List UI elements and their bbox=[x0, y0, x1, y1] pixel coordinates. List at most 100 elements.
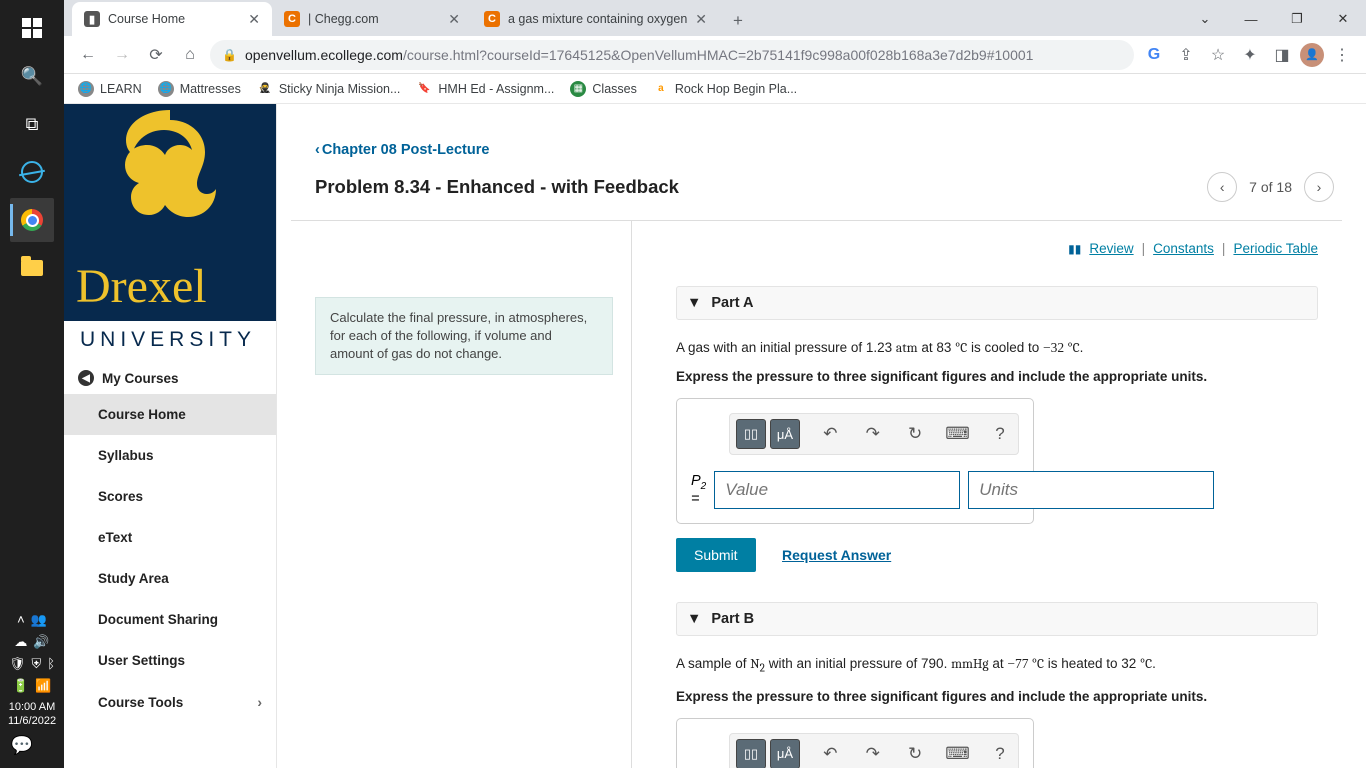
notifications-icon[interactable]: 💬 bbox=[0, 730, 44, 760]
bookmark-star-icon[interactable]: ☆ bbox=[1204, 41, 1232, 69]
part-b-header[interactable]: ▼ Part B bbox=[676, 602, 1318, 636]
nav-forward-button[interactable]: → bbox=[108, 41, 136, 69]
bookmark-label: Rock Hop Begin Pla... bbox=[675, 82, 797, 96]
pager-next-button[interactable]: › bbox=[1304, 172, 1334, 202]
nav-document-sharing[interactable]: Document Sharing bbox=[64, 599, 276, 640]
tab-search[interactable]: C a gas mixture containing oxygen ✕ bbox=[472, 2, 719, 36]
search-icon[interactable]: 🔍 bbox=[10, 54, 54, 98]
sidepanel-icon[interactable]: ◨ bbox=[1268, 41, 1296, 69]
nav-back-button[interactable]: ← bbox=[74, 41, 102, 69]
tray-chevron-icon[interactable]: ˄ bbox=[17, 612, 25, 628]
part-a-header[interactable]: ▼ Part A bbox=[676, 286, 1318, 320]
units-input[interactable] bbox=[968, 471, 1214, 509]
tab-course-home[interactable]: ▮ Course Home ✕ bbox=[72, 2, 272, 36]
nav-label: eText bbox=[98, 530, 132, 545]
tab-chegg[interactable]: C | Chegg.com ✕ bbox=[272, 2, 472, 36]
nav-etext[interactable]: eText bbox=[64, 517, 276, 558]
browser-toolbar: ← → ⟳ ⌂ 🔒 openvellum.ecollege.com/course… bbox=[64, 36, 1366, 74]
bookmark-mattresses[interactable]: 🌐Mattresses bbox=[158, 81, 241, 97]
security-icon[interactable]: 🛡 bbox=[9, 656, 26, 672]
google-services-icon[interactable]: G bbox=[1140, 41, 1168, 69]
window-minimize-button[interactable]: ― bbox=[1228, 2, 1274, 36]
window-close-button[interactable]: ✕ bbox=[1320, 2, 1366, 36]
periodic-table-link[interactable]: Periodic Table bbox=[1233, 241, 1318, 256]
extensions-icon[interactable]: ✦ bbox=[1236, 41, 1264, 69]
main-panel: ‹ Chapter 08 Post-Lecture Problem 8.34 -… bbox=[277, 104, 1366, 768]
window-maximize-button[interactable]: ❐ bbox=[1274, 2, 1320, 36]
review-link[interactable]: Review bbox=[1089, 241, 1133, 256]
answer-box-a: ▯▯ μÅ ↶ ↷ ↻ ⌨ ? P2 bbox=[676, 398, 1034, 524]
nav-course-tools[interactable]: Course Tools› bbox=[64, 681, 276, 723]
my-courses-link[interactable]: ◀ My Courses bbox=[64, 362, 276, 394]
address-bar[interactable]: 🔒 openvellum.ecollege.com/course.html?co… bbox=[210, 40, 1134, 70]
url-path: /course.html?courseId=17645125&OpenVellu… bbox=[403, 47, 1034, 63]
new-tab-button[interactable]: + bbox=[723, 6, 753, 36]
pager-position: 7 of 18 bbox=[1249, 179, 1292, 195]
wifi-icon[interactable]: 📶 bbox=[35, 678, 51, 694]
volume-icon[interactable]: 🔊 bbox=[33, 634, 49, 650]
value-input[interactable] bbox=[714, 471, 960, 509]
submit-button[interactable]: Submit bbox=[676, 538, 756, 572]
explorer-icon[interactable] bbox=[10, 246, 54, 290]
help-button[interactable]: ? bbox=[988, 742, 1012, 766]
nav-home-button[interactable]: ⌂ bbox=[176, 41, 204, 69]
shield-icon[interactable]: ⛨ bbox=[31, 656, 41, 672]
tab-title: Course Home bbox=[108, 12, 185, 26]
bookmark-learn[interactable]: 🌐LEARN bbox=[78, 81, 142, 97]
dragon-icon bbox=[110, 110, 230, 240]
redo-button[interactable]: ↷ bbox=[861, 742, 885, 766]
question-column: ▮▮ Review | Constants | Periodic Table ▼… bbox=[631, 221, 1342, 768]
start-button[interactable] bbox=[10, 6, 54, 50]
close-icon[interactable]: ✕ bbox=[695, 11, 707, 28]
undo-button[interactable]: ↶ bbox=[818, 422, 842, 446]
bookmark-label: Classes bbox=[592, 82, 636, 96]
help-button[interactable]: ? bbox=[988, 422, 1012, 446]
share-icon[interactable]: ⇪ bbox=[1172, 41, 1200, 69]
bookmark-rockhop[interactable]: aRock Hop Begin Pla... bbox=[653, 81, 797, 97]
onedrive-icon[interactable]: ☁ bbox=[14, 634, 27, 650]
templates-button[interactable]: ▯▯ bbox=[736, 739, 766, 768]
instruction-text: Calculate the final pressure, in atmosph… bbox=[315, 297, 613, 375]
constants-link[interactable]: Constants bbox=[1153, 241, 1214, 256]
bookmark-hmh[interactable]: 🔖HMH Ed - Assignm... bbox=[416, 81, 554, 97]
special-chars-button[interactable]: μÅ bbox=[770, 739, 800, 768]
battery-icon[interactable]: 🔋 bbox=[13, 678, 29, 694]
lock-icon: 🔒 bbox=[222, 48, 237, 62]
clock-time[interactable]: 10:00 AM bbox=[0, 700, 64, 714]
templates-button[interactable]: ▯▯ bbox=[736, 419, 766, 449]
task-view-icon[interactable]: ⧉ bbox=[10, 102, 54, 146]
chapter-link-label: Chapter 08 Post-Lecture bbox=[322, 142, 490, 158]
nav-study-area[interactable]: Study Area bbox=[64, 558, 276, 599]
close-icon[interactable]: ✕ bbox=[448, 11, 460, 28]
chapter-back-link[interactable]: ‹ Chapter 08 Post-Lecture bbox=[291, 114, 489, 166]
nav-syllabus[interactable]: Syllabus bbox=[64, 435, 276, 476]
teams-icon[interactable]: 👥 bbox=[31, 612, 47, 628]
reset-button[interactable]: ↻ bbox=[903, 422, 927, 446]
redo-button[interactable]: ↷ bbox=[861, 422, 885, 446]
nav-course-home[interactable]: Course Home bbox=[64, 394, 276, 435]
bookmark-classes[interactable]: ▦Classes bbox=[570, 81, 636, 97]
keyboard-button[interactable]: ⌨ bbox=[946, 742, 970, 766]
reset-button[interactable]: ↻ bbox=[903, 742, 927, 766]
special-chars-button[interactable]: μÅ bbox=[770, 419, 800, 449]
close-icon[interactable]: ✕ bbox=[248, 11, 260, 28]
chevron-right-icon: › bbox=[257, 694, 262, 710]
chrome-icon[interactable] bbox=[10, 198, 54, 242]
system-tray[interactable]: ˄ 👥 ☁ 🔊 🛡 ⛨ ᛒ 🔋 📶 bbox=[0, 608, 64, 700]
nav-scores[interactable]: Scores bbox=[64, 476, 276, 517]
profile-avatar[interactable]: 👤 bbox=[1300, 43, 1324, 67]
request-answer-link[interactable]: Request Answer bbox=[782, 547, 891, 563]
ie-icon[interactable] bbox=[10, 150, 54, 194]
chegg-icon: C bbox=[484, 11, 500, 27]
nav-user-settings[interactable]: User Settings bbox=[64, 640, 276, 681]
tab-dropdown-icon[interactable]: ⌄ bbox=[1182, 2, 1228, 36]
bookmark-ninja[interactable]: 🥷Sticky Ninja Mission... bbox=[257, 81, 401, 97]
undo-button[interactable]: ↶ bbox=[818, 742, 842, 766]
keyboard-button[interactable]: ⌨ bbox=[946, 422, 970, 446]
nav-reload-button[interactable]: ⟳ bbox=[142, 41, 170, 69]
bluetooth-icon[interactable]: ᛒ bbox=[47, 656, 55, 672]
menu-icon[interactable]: ⋮ bbox=[1328, 41, 1356, 69]
my-courses-label: My Courses bbox=[102, 371, 179, 386]
pager-prev-button[interactable]: ‹ bbox=[1207, 172, 1237, 202]
clock-date[interactable]: 11/6/2022 bbox=[0, 714, 64, 728]
